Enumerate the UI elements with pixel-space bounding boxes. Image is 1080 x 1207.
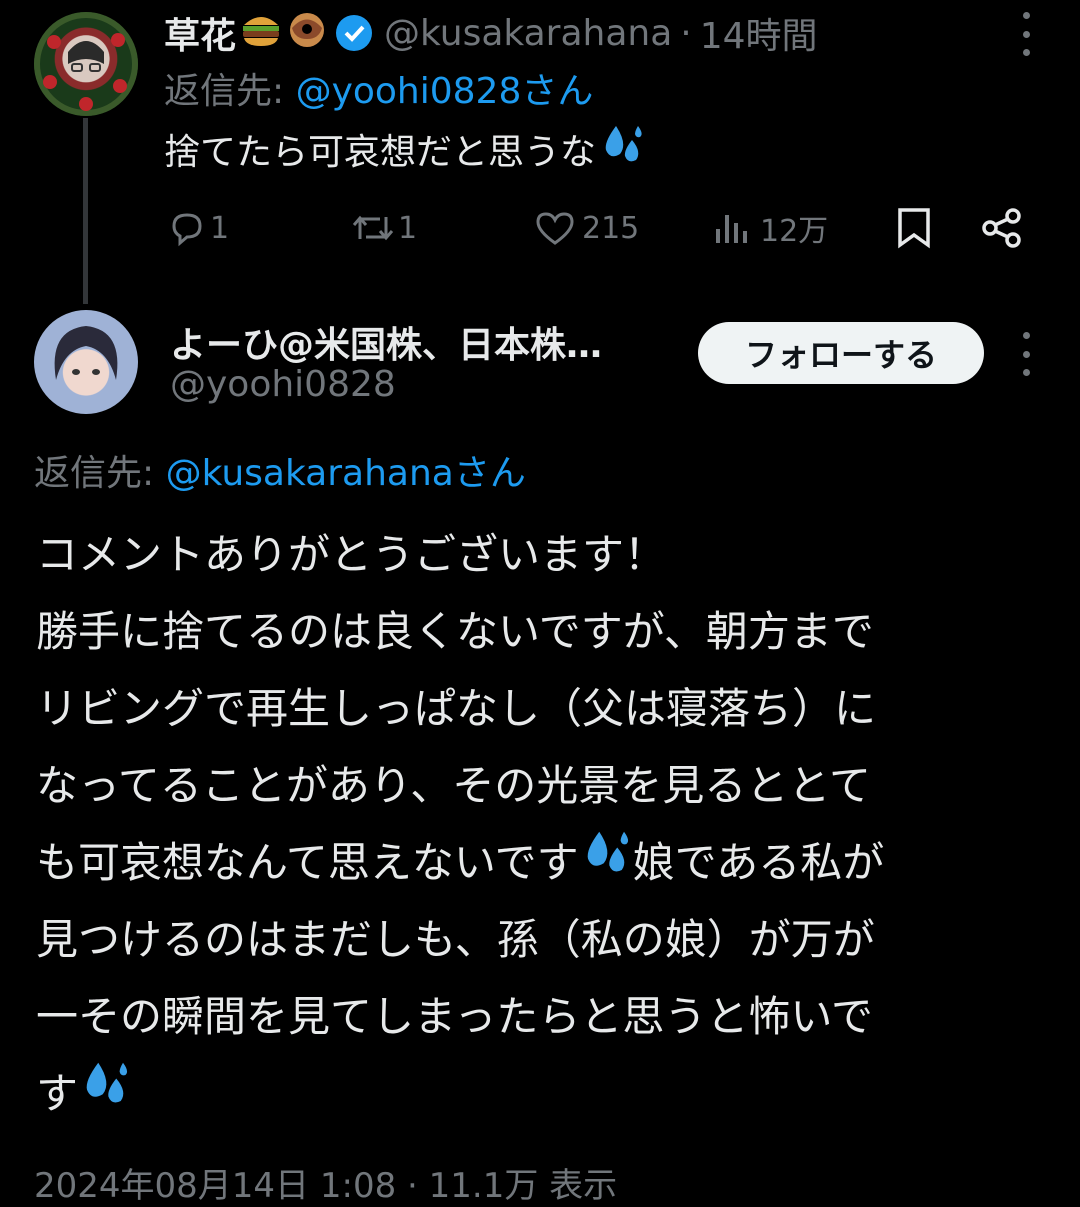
tweet2-footer-timestamp[interactable]: 2024年08月14日 1:08 · 11.1万 表示 (34, 1158, 617, 1207)
body-line: 勝手に捨てるのは良くないですが、朝方まで (36, 607, 874, 656)
tweet1-more-icon[interactable] (1019, 12, 1033, 56)
tweet1-text: 捨てたら可哀想だと思うな (164, 122, 646, 175)
retweet-count: 1 (398, 210, 418, 246)
like-count: 215 (582, 210, 640, 246)
body-line: なってることがあり、その光景を見るととて (36, 761, 871, 810)
retweet-button[interactable]: 1 (350, 200, 417, 256)
burger-emoji (240, 9, 282, 58)
bookmark-icon (898, 208, 930, 249)
views-icon (716, 215, 747, 243)
avatar-yoohi0828[interactable] (34, 310, 138, 414)
body-line-with-emoji: も可哀想なんて思えないです 娘である私が (36, 824, 1056, 901)
tweet1-display-name[interactable]: 草花 (164, 7, 236, 59)
share-button[interactable] (980, 200, 1024, 256)
thread-connector-line (83, 118, 88, 304)
body-line: 一その瞬間を見てしまったらと思うと怖いで (36, 992, 874, 1041)
views-count: 12万 (760, 214, 829, 249)
follow-button[interactable]: フォローする (698, 322, 984, 384)
sweat-droplets-emoji (78, 1055, 132, 1132)
sweat-droplets-emoji (579, 824, 633, 901)
tweet1-separator: · (680, 12, 692, 54)
like-button[interactable]: 215 (534, 200, 639, 256)
tweet1-body: 捨てたら可哀想だと思うな (164, 131, 597, 173)
reply-to-link[interactable]: @kusakarahanaさん (166, 453, 526, 494)
reply-count: 1 (210, 210, 230, 246)
reply-to-link[interactable]: @yoohi0828さん (296, 71, 594, 112)
sweat-droplets-emoji (598, 122, 646, 175)
like-icon (536, 212, 574, 245)
tweet1-time[interactable]: 14時間 (700, 7, 818, 59)
tweet1-header: 草花 @kusakarahana · 14時間 (164, 8, 818, 58)
reply-button[interactable]: 1 (168, 200, 229, 256)
reply-prefix: 返信先: (164, 71, 296, 112)
donut-emoji (286, 9, 328, 58)
tweet1-handle[interactable]: @kusakarahana (384, 13, 672, 54)
body-line: リビングで再生しっぱなし（父は寝落ち）に (36, 684, 877, 733)
tweet2-reply-to: 返信先: @kusakarahanaさん (34, 444, 526, 496)
bookmark-button[interactable] (894, 200, 934, 256)
reply-icon (172, 213, 202, 247)
tweet1-reply-to: 返信先: @yoohi0828さん (164, 62, 593, 114)
body-line: も可哀想なんて思えないです (36, 838, 579, 887)
body-line: 見つけるのはまだしも、孫（私の娘）が万が (36, 915, 875, 964)
retweet-icon (352, 215, 394, 241)
tweet2-display-name[interactable]: よーひ@米国株、日本株… (170, 316, 602, 368)
body-line: 娘である私が (632, 838, 885, 887)
tweet2-more-icon[interactable] (1019, 332, 1033, 376)
tweet2-handle[interactable]: @yoohi0828 (170, 364, 396, 405)
reply-prefix: 返信先: (34, 453, 166, 494)
share-icon (982, 208, 1021, 248)
body-line: コメントありがとうございます！ (36, 530, 667, 579)
avatar-kusakarahana[interactable] (34, 12, 138, 116)
views-button[interactable]: 12万 (712, 200, 828, 256)
tweet2-body: コメントありがとうございます！ 勝手に捨てるのは良くないですが、朝方まで リビン… (36, 516, 1056, 1132)
body-line-with-emoji: す (36, 1055, 1056, 1132)
verified-badge-icon (336, 15, 373, 51)
body-line: す (36, 1069, 79, 1118)
